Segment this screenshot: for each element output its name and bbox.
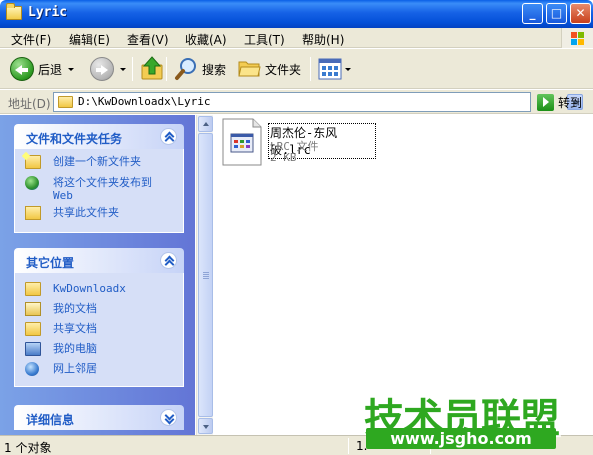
minimize-button[interactable]: _ <box>522 3 543 24</box>
up-folder-icon[interactable] <box>140 55 164 81</box>
folder-icon <box>25 282 41 296</box>
collapse-chevron-icon[interactable] <box>160 128 177 145</box>
places-panel: 其它位置 KwDownloadx 我的文档 共享文档 我的电脑 网上邻居 <box>14 248 184 387</box>
address-bar: 地址(D) D:\KwDownloadx\Lyric 转到 <box>0 90 593 114</box>
close-button[interactable]: ✕ <box>570 3 591 24</box>
places-panel-header[interactable]: 其它位置 <box>14 248 184 273</box>
lrc-file-icon <box>222 118 262 166</box>
status-object-count: 1 个对象 <box>4 441 52 455</box>
folders-icon[interactable] <box>237 58 261 78</box>
scroll-up-button[interactable] <box>198 116 213 132</box>
forward-button[interactable] <box>90 56 126 82</box>
title-bar: Lyric _ □ ✕ <box>0 0 593 28</box>
place-my-documents[interactable]: 我的文档 <box>15 302 183 322</box>
network-places-icon <box>25 362 39 376</box>
place-my-computer[interactable]: 我的电脑 <box>15 342 183 362</box>
new-folder-icon <box>25 155 41 169</box>
publish-web-icon <box>25 176 39 190</box>
toolbar: 后退 搜索 文件夹 <box>0 49 593 89</box>
menu-favorites[interactable]: 收藏(A) <box>185 31 227 48</box>
window-title: Lyric <box>28 5 68 20</box>
menu-tools[interactable]: 工具(T) <box>244 31 285 48</box>
views-icon[interactable] <box>318 58 342 80</box>
search-label: 搜索 <box>202 62 227 77</box>
menu-help[interactable]: 帮助(H) <box>302 31 344 48</box>
places-panel-title: 其它位置 <box>26 256 75 270</box>
address-input[interactable]: D:\KwDownloadx\Lyric <box>53 92 583 112</box>
file-item[interactable]: 周杰伦-东风破.lrc LRC 文件 2 KB <box>221 118 376 166</box>
go-button[interactable]: 转到 <box>537 93 582 111</box>
my-documents-icon <box>25 302 41 316</box>
file-size: 2 KB <box>270 151 297 164</box>
back-arrow-icon <box>10 57 34 81</box>
back-label: 后退 <box>38 62 63 77</box>
details-panel-header[interactable]: 详细信息 <box>14 405 184 430</box>
menu-view[interactable]: 查看(V) <box>127 31 169 48</box>
windows-logo-icon <box>561 28 593 48</box>
address-value[interactable]: D:\KwDownloadx\Lyric <box>78 95 210 108</box>
views-dropdown[interactable] <box>345 56 351 82</box>
tasks-panel-header[interactable]: 文件和文件夹任务 <box>14 124 184 149</box>
folder-icon <box>6 3 22 20</box>
place-kwdownloadx[interactable]: KwDownloadx <box>15 282 183 302</box>
back-dropdown-icon[interactable] <box>68 67 75 71</box>
folder-icon <box>58 96 73 108</box>
task-share-folder[interactable]: 共享此文件夹 <box>15 206 183 224</box>
forward-dropdown-icon[interactable] <box>120 67 126 71</box>
menu-edit[interactable]: 编辑(E) <box>69 31 110 48</box>
search-button[interactable]: 搜索 <box>202 56 226 82</box>
my-computer-icon <box>25 342 41 356</box>
task-new-folder[interactable]: 创建一个新文件夹 <box>15 155 183 173</box>
maximize-button[interactable]: □ <box>546 3 567 24</box>
back-button[interactable]: 后退 <box>10 56 75 82</box>
scroll-down-button[interactable] <box>198 418 213 434</box>
tasks-panel-title: 文件和文件夹任务 <box>26 132 123 146</box>
menu-file[interactable]: 文件(F) <box>11 31 51 48</box>
views-dropdown-icon[interactable] <box>345 67 351 71</box>
search-icon[interactable] <box>174 56 200 82</box>
go-label: 转到 <box>558 95 583 110</box>
place-shared-documents[interactable]: 共享文档 <box>15 322 183 342</box>
menu-bar: 文件(F) 编辑(E) 查看(V) 收藏(A) 工具(T) 帮助(H) <box>0 28 593 48</box>
vertical-scrollbar[interactable] <box>196 115 213 435</box>
folders-button[interactable]: 文件夹 <box>265 56 301 82</box>
task-pane: 文件和文件夹任务 创建一个新文件夹 将这个文件夹发布到 Web 共享此文件夹 其… <box>0 115 195 435</box>
share-folder-icon <box>25 206 41 220</box>
tasks-panel: 文件和文件夹任务 创建一个新文件夹 将这个文件夹发布到 Web 共享此文件夹 <box>14 124 184 233</box>
details-panel: 详细信息 <box>14 405 184 430</box>
place-network[interactable]: 网上邻居 <box>15 362 183 378</box>
watermark-url: www.jsgho.com <box>366 428 556 449</box>
collapse-chevron-icon[interactable] <box>160 252 177 269</box>
folders-label: 文件夹 <box>265 62 302 77</box>
expand-chevron-icon[interactable] <box>160 409 177 426</box>
task-publish-web[interactable]: 将这个文件夹发布到 Web <box>15 176 183 204</box>
address-label: 地址(D) <box>8 97 51 111</box>
go-arrow-icon <box>537 93 554 111</box>
scroll-thumb[interactable] <box>198 133 213 417</box>
details-panel-title: 详细信息 <box>26 413 75 427</box>
forward-arrow-icon <box>90 57 114 81</box>
shared-documents-icon <box>25 322 41 336</box>
